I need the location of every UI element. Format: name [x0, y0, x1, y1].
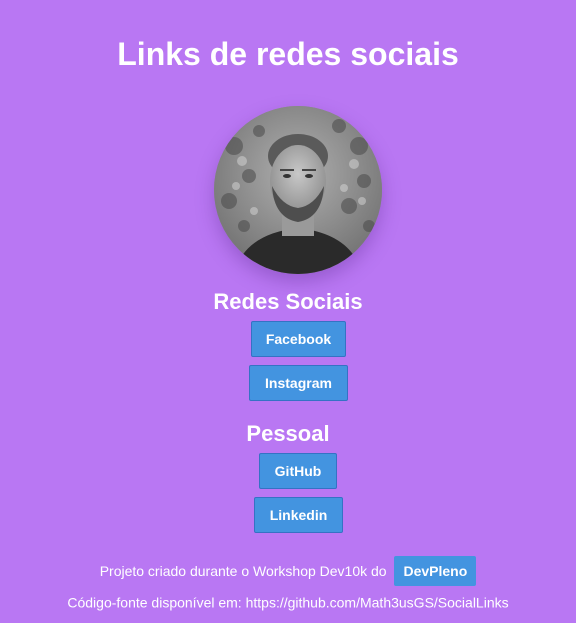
- personal-heading: Pessoal: [246, 421, 330, 446]
- avatar: [214, 106, 382, 274]
- facebook-button[interactable]: Facebook: [251, 321, 346, 357]
- linkedin-button[interactable]: Linkedin: [254, 497, 343, 533]
- footer-project-text: Projeto criado durante o Workshop Dev10k…: [99, 563, 387, 579]
- instagram-button[interactable]: Instagram: [249, 365, 348, 401]
- footer-source-line: Código-fonte disponível em: https://gith…: [0, 593, 576, 610]
- page-title: Links de redes sociais: [117, 36, 459, 72]
- footer-project-line: Projeto criado durante o Workshop Dev10k…: [0, 556, 576, 586]
- social-heading: Redes Sociais: [213, 289, 363, 314]
- devpleno-link[interactable]: DevPleno: [394, 556, 477, 586]
- page: Links de redes sociais Redes Sociais Fac…: [0, 0, 576, 626]
- footer-source-text: Código-fonte disponível em: https://gith…: [67, 594, 509, 611]
- avatar-photo-icon: [214, 106, 382, 274]
- github-button[interactable]: GitHub: [259, 453, 337, 489]
